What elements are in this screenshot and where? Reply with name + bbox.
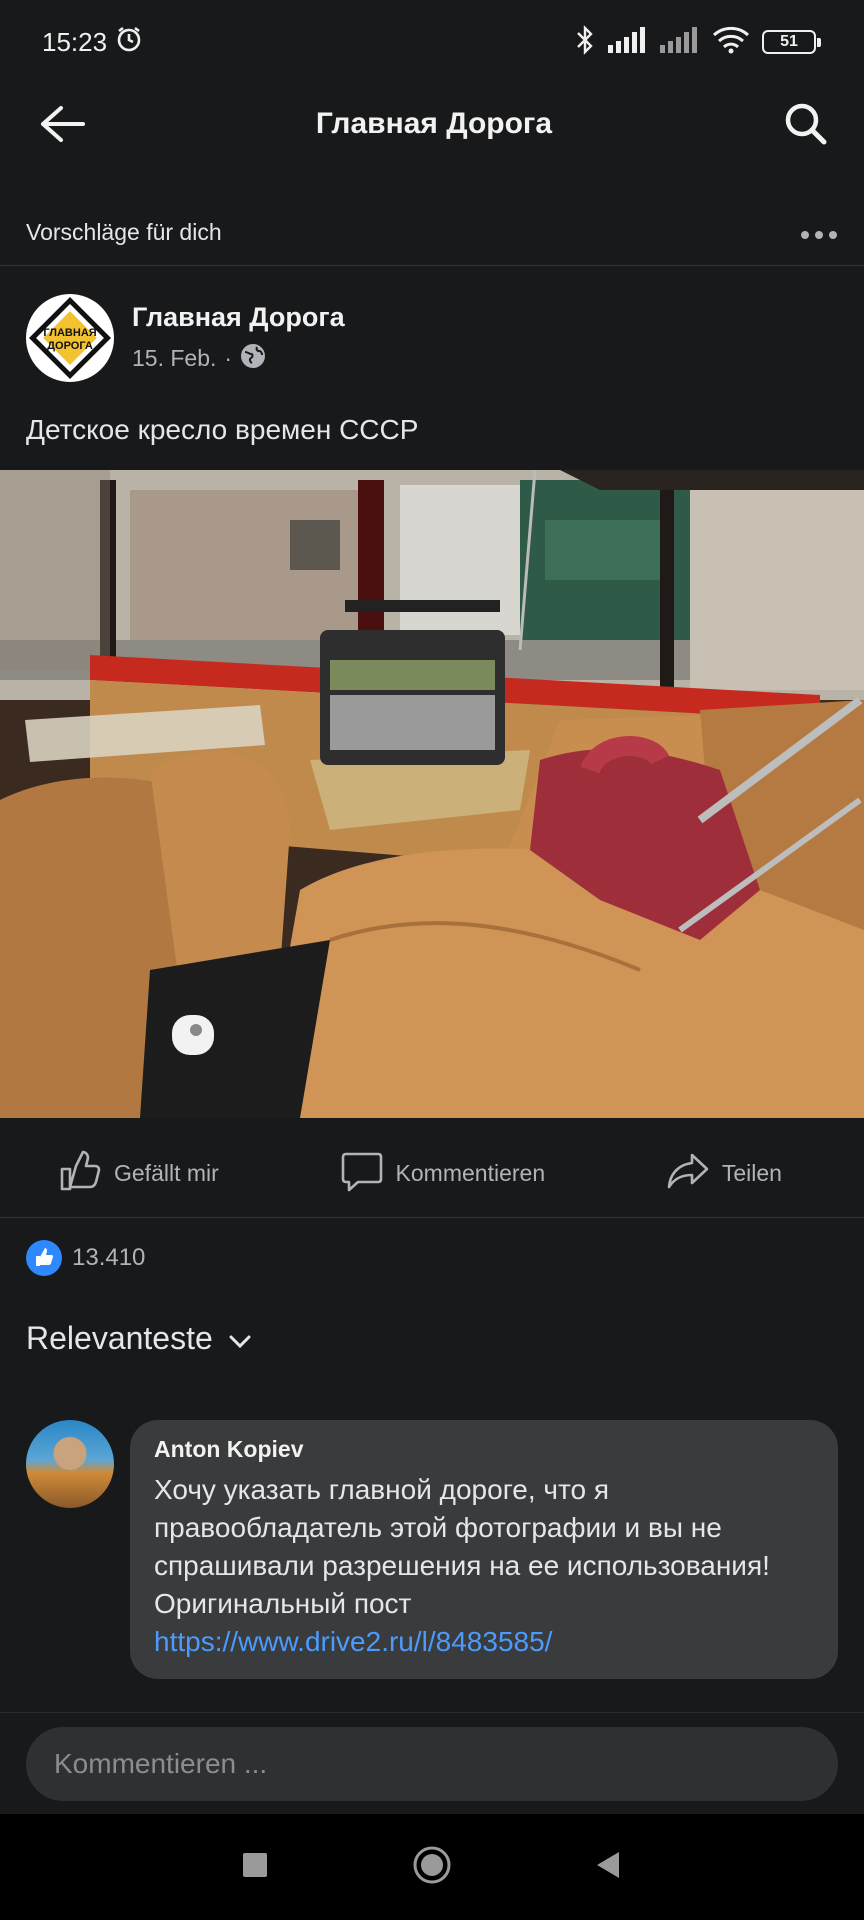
post-text: Детское кресло времен СССР bbox=[26, 414, 419, 445]
comment-composer bbox=[0, 1712, 864, 1814]
share-icon bbox=[666, 1149, 710, 1199]
comment-link[interactable]: https://www.drive2.ru/l/8483585/ bbox=[154, 1623, 814, 1661]
post-date[interactable]: 15. Feb. bbox=[132, 345, 216, 372]
comment-icon bbox=[340, 1149, 384, 1199]
battery-level: 51 bbox=[780, 33, 798, 50]
page-title: Главная Дорога bbox=[315, 107, 553, 140]
back-nav-icon[interactable] bbox=[595, 1850, 623, 1885]
avatar[interactable] bbox=[26, 1420, 114, 1508]
thumbs-up-icon bbox=[58, 1149, 102, 1199]
sort-label: Relevanteste bbox=[26, 1320, 213, 1356]
suggestions-label: Vorschläge für dich bbox=[26, 219, 222, 245]
post-author[interactable]: Главная Дорога bbox=[132, 302, 345, 333]
page-logo-icon: ГЛАВНАЯ ДОРОГА bbox=[28, 296, 112, 380]
logo-text-line-2: ДОРОГА bbox=[47, 340, 93, 352]
wifi-icon bbox=[712, 26, 750, 59]
page-avatar[interactable]: ГЛАВНАЯ ДОРОГА bbox=[26, 294, 114, 382]
post-photo[interactable] bbox=[0, 470, 864, 1118]
comment-author[interactable]: Anton Kopiev bbox=[154, 1436, 814, 1463]
more-horizontal-icon[interactable] bbox=[800, 226, 838, 240]
alarm-icon bbox=[115, 25, 143, 60]
post-header: ГЛАВНАЯ ДОРОГА Главная Дорога 15. Feb. · bbox=[26, 294, 345, 382]
share-label: Teilen bbox=[721, 1160, 782, 1186]
system-nav-bar bbox=[0, 1814, 864, 1920]
like-button[interactable]: Gefällt mir bbox=[58, 1149, 219, 1199]
comment-input[interactable] bbox=[26, 1726, 838, 1801]
recents-icon[interactable] bbox=[241, 1851, 269, 1884]
arrow-left-icon[interactable] bbox=[34, 96, 90, 152]
like-reaction-icon bbox=[26, 1240, 62, 1276]
chevron-down-icon bbox=[229, 1320, 251, 1357]
comment-bubble: Anton Kopiev Хочу указать главной дороге… bbox=[130, 1420, 838, 1679]
signal-icon bbox=[608, 26, 648, 58]
post-actions: Gefällt mir Kommentieren Teilen bbox=[0, 1130, 864, 1218]
comment-label: Kommentieren bbox=[395, 1160, 546, 1186]
like-label: Gefällt mir bbox=[114, 1160, 219, 1186]
status-bar: 15:23 51 bbox=[0, 0, 864, 84]
signal-icon bbox=[660, 26, 700, 58]
logo-text-line-1: ГЛАВНАЯ bbox=[43, 327, 96, 339]
home-icon[interactable] bbox=[412, 1845, 452, 1890]
comment-text: Хочу указать главной дороге, что я право… bbox=[154, 1474, 770, 1619]
bluetooth-icon bbox=[574, 24, 596, 60]
post-author-block: Главная Дорога 15. Feb. · bbox=[132, 302, 345, 375]
meta-separator: · bbox=[224, 345, 233, 371]
suggestions-header: Vorschläge für dich bbox=[0, 200, 864, 266]
status-time: 15:23 bbox=[42, 26, 108, 57]
globe-icon bbox=[240, 343, 266, 375]
reactions-count: 13.410 bbox=[72, 1244, 146, 1271]
comment-button[interactable]: Kommentieren bbox=[340, 1149, 546, 1199]
battery-icon: 51 bbox=[762, 30, 821, 54]
reactions-summary[interactable]: 13.410 bbox=[26, 1240, 145, 1276]
comment-sort-dropdown[interactable]: Relevanteste bbox=[26, 1320, 251, 1357]
share-button[interactable]: Teilen bbox=[666, 1149, 782, 1199]
search-icon[interactable] bbox=[778, 96, 834, 152]
comment-item: Anton Kopiev Хочу указать главной дороге… bbox=[26, 1420, 838, 1679]
post-meta: 15. Feb. · bbox=[132, 343, 345, 375]
app-bar: Главная Дорога bbox=[0, 84, 864, 164]
